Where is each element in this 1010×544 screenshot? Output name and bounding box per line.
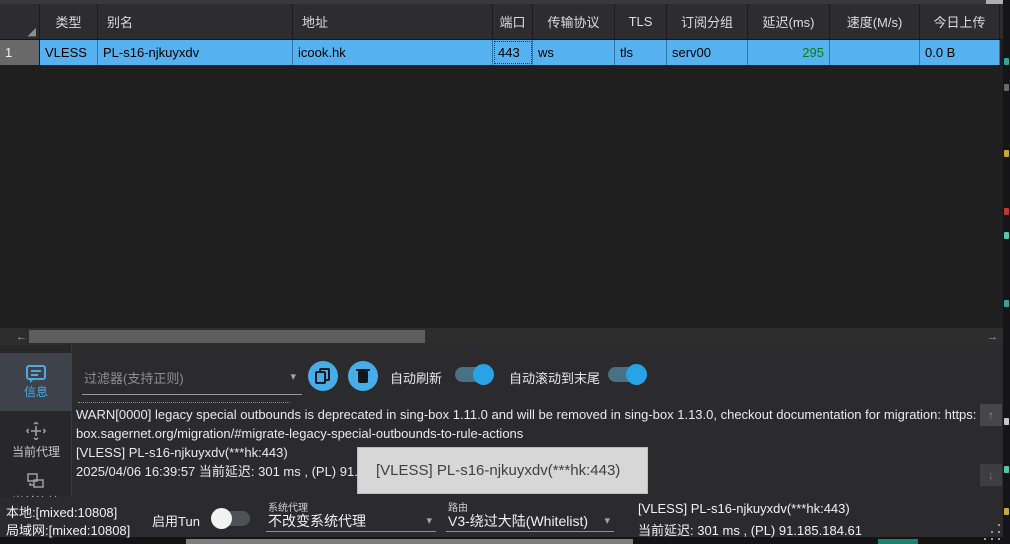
tun-toggle[interactable] (212, 511, 250, 526)
sidebar-item-label: 当前代理 (12, 443, 60, 460)
col-header-transport[interactable]: 传输协议 (533, 4, 615, 39)
auto-refresh-label: 自动刷新 (390, 368, 442, 387)
table-row[interactable]: 1 VLESS PL-s16-njkuyxdv icook.hk 443 ws … (0, 40, 1003, 65)
cell-tls[interactable]: tls (615, 40, 667, 65)
corner-triangle-icon: ◢ (28, 27, 36, 38)
log-toolbar: 过滤器(支持正则) ▾ 自动刷新 自动滚动到末尾 (72, 359, 1003, 401)
filter-placeholder: 过滤器(支持正则) (84, 368, 184, 387)
col-header-group[interactable]: 订阅分组 (667, 4, 748, 39)
message-icon (26, 365, 46, 380)
route-dropdown[interactable]: V3-绕过大陆(Whitelist) ▾ (446, 510, 614, 532)
cell-speed[interactable] (830, 40, 920, 65)
app-window: ◢ 类型 别名 地址 端口 传输协议 TLS 订阅分组 延迟(ms) 速度(M/… (0, 0, 1010, 544)
route-value: V3-绕过大陆(Whitelist) (448, 511, 588, 531)
system-proxy-value: 不改变系统代理 (268, 511, 366, 531)
table-header-row: ◢ 类型 别名 地址 端口 传输协议 TLS 订阅分组 延迟(ms) 速度(M/… (0, 4, 1003, 40)
auto-scroll-label: 自动滚动到末尾 (509, 368, 600, 387)
horizontal-scrollbar[interactable]: ← → (0, 328, 1003, 345)
cell-upload[interactable]: 0.0 B (920, 40, 1000, 65)
taskbar-segment (186, 539, 633, 544)
log-scroll-up-button[interactable]: ↑ (980, 404, 1002, 426)
proxy-share-icon (26, 422, 46, 440)
col-header-tls[interactable]: TLS (615, 4, 667, 39)
horizontal-scrollbar-thumb[interactable] (29, 330, 425, 343)
tun-label: 启用Tun (152, 511, 200, 530)
copy-log-button[interactable] (308, 361, 338, 391)
log-line: WARN[0000] legacy special outbounds is d… (76, 405, 976, 424)
chevron-down-icon[interactable]: ▾ (290, 370, 296, 383)
status-bar: 本地:[mixed:10808] 局域网:[mixed:10808] 启用Tun… (0, 497, 1003, 537)
cell-type[interactable]: VLESS (40, 40, 98, 65)
col-header-latency[interactable]: 延迟(ms) (748, 4, 830, 39)
arrow-down-icon: ↓ (988, 468, 994, 482)
filter-input[interactable]: 过滤器(支持正则) ▾ (82, 361, 302, 395)
sidebar: 信息 当前代理 当前连 (0, 345, 72, 497)
col-header-speed[interactable]: 速度(M/s) (830, 4, 920, 39)
chevron-down-icon: ▾ (604, 514, 610, 527)
col-header-alias[interactable]: 别名 (98, 4, 293, 39)
col-header-port[interactable]: 端口 (493, 4, 533, 39)
select-all-corner[interactable]: ◢ (0, 4, 40, 39)
cell-alias[interactable]: PL-s16-njkuyxdv (98, 40, 293, 65)
col-header-upload[interactable]: 今日上传 (920, 4, 1000, 39)
active-node-text: [VLESS] PL-s16-njkuyxdv(***hk:443) (638, 501, 850, 516)
col-header-type[interactable]: 类型 (40, 4, 98, 39)
auto-refresh-toggle[interactable] (455, 367, 493, 382)
node-tooltip: [VLESS] PL-s16-njkuyxdv(***hk:443) (357, 447, 648, 494)
scroll-right-icon[interactable]: → (984, 328, 1001, 345)
arrow-up-icon: ↑ (988, 408, 994, 422)
current-latency-text: 当前延迟: 301 ms , (PL) 91.185.184.61 (638, 520, 862, 539)
cell-transport[interactable]: ws (533, 40, 615, 65)
background-window-edge (1003, 0, 1010, 544)
cell-latency[interactable]: 295 (748, 40, 830, 65)
scroll-left-icon[interactable]: ← (13, 328, 30, 345)
sidebar-item-label: 信息 (24, 383, 48, 400)
col-header-address[interactable]: 地址 (293, 4, 493, 39)
clear-log-button[interactable] (348, 361, 378, 391)
clipped-log-line (78, 400, 290, 403)
chevron-down-icon: ▾ (426, 514, 432, 527)
resize-grip[interactable] (984, 524, 1002, 540)
log-line: box.sagernet.org/migration/#migrate-lega… (76, 424, 976, 443)
auto-scroll-toggle[interactable] (608, 367, 646, 382)
cell-port[interactable]: 443 (493, 40, 533, 65)
local-port-text: 本地:[mixed:10808] (6, 502, 117, 521)
server-table: ◢ 类型 别名 地址 端口 传输协议 TLS 订阅分组 延迟(ms) 速度(M/… (0, 4, 1003, 65)
lan-port-text: 局域网:[mixed:10808] (6, 520, 130, 539)
row-number-cell[interactable]: 1 (0, 40, 40, 65)
sidebar-item-info[interactable]: 信息 (0, 353, 72, 411)
cell-address[interactable]: icook.hk (293, 40, 493, 65)
cell-group[interactable]: serv00 (667, 40, 748, 65)
connections-icon (26, 472, 46, 490)
taskbar-segment-teal (878, 539, 918, 544)
sidebar-item-current-proxy[interactable]: 当前代理 (0, 417, 72, 465)
log-scroll-down-button[interactable]: ↓ (980, 464, 1002, 486)
system-proxy-dropdown[interactable]: 不改变系统代理 ▾ (266, 510, 436, 532)
